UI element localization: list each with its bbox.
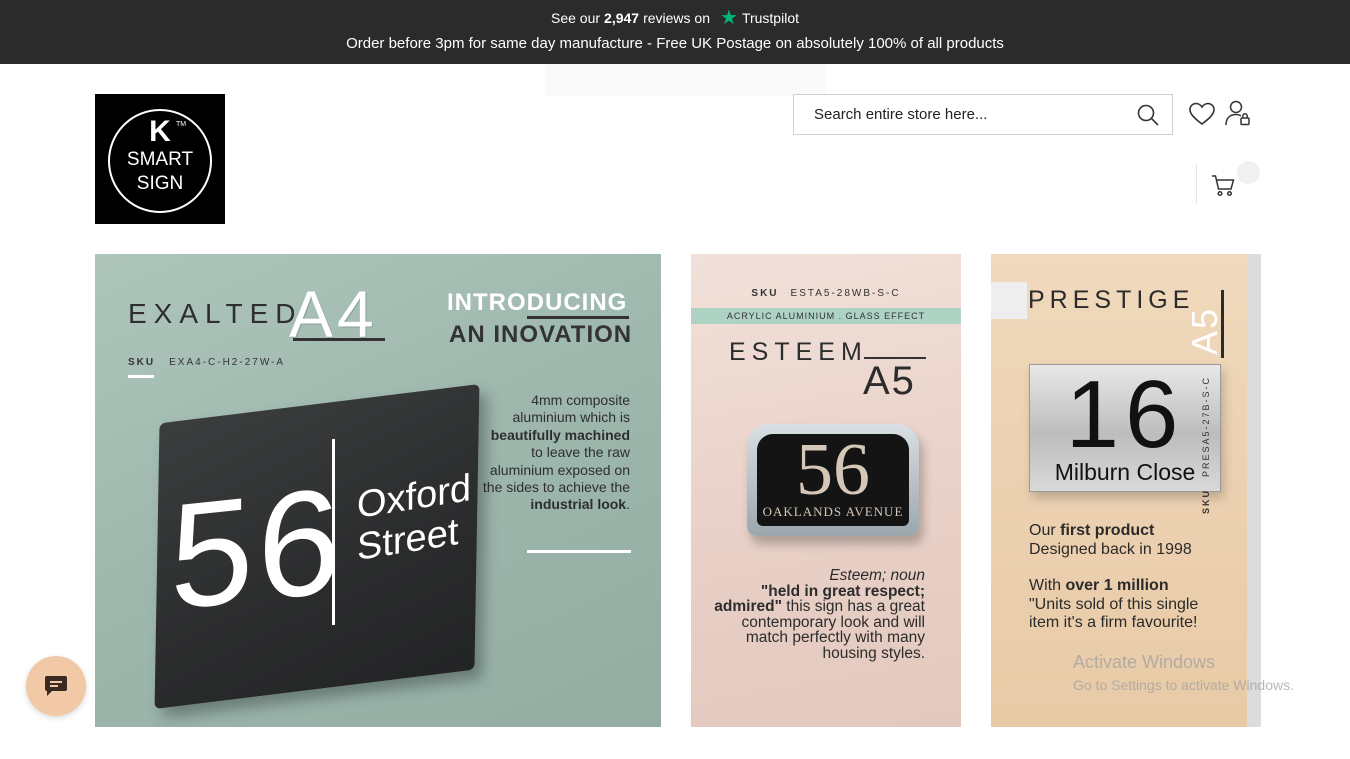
- logo-trademark: TM: [176, 121, 187, 128]
- prestige-first-product: Our first product Designed back in 1998: [1029, 522, 1192, 559]
- prestige-sku-value: PRESA5-27B-S-C: [1201, 375, 1211, 477]
- search-input[interactable]: [794, 95, 1124, 134]
- prestige-size-line: [1221, 290, 1224, 358]
- exalted-sign-divider: [332, 438, 335, 626]
- esteem-title: ESTEEM: [729, 338, 868, 366]
- activate-windows-subtitle: Go to Settings to activate Windows.: [1073, 677, 1294, 693]
- site-logo[interactable]: K TM SMART SIGN: [95, 94, 225, 224]
- search-icon[interactable]: [1136, 103, 1160, 127]
- prestige-text1-c: Designed back in 1998: [1029, 540, 1192, 558]
- banner-exalted-a4[interactable]: EXALTED A4 INTRODUCING AN INOVATION SKU E…: [95, 254, 661, 727]
- exalted-desc-5: .: [626, 496, 630, 513]
- prestige-corner-block: [991, 282, 1027, 319]
- account-icon[interactable]: [1224, 99, 1252, 127]
- esteem-material-strip: ACRYLIC ALUMINIUM . GLASS EFFECT: [691, 308, 961, 324]
- heart-icon[interactable]: [1188, 100, 1216, 128]
- exalted-desc-2: beautifully machined: [490, 426, 630, 443]
- prestige-edge-strip: [1247, 254, 1261, 727]
- banner-esteem-a5[interactable]: SKU ESTA5-28WB-S-C ACRYLIC ALUMINIUM . GL…: [691, 254, 961, 727]
- reviews-suffix: reviews on: [643, 10, 710, 26]
- exalted-desc-underline: [527, 550, 631, 553]
- trustpilot-label: Trustpilot: [741, 10, 799, 26]
- esteem-sign-number: 56: [796, 429, 870, 511]
- search-box: [793, 94, 1173, 135]
- prestige-sign-number: 16: [1065, 361, 1185, 468]
- exalted-desc-1: 4mm composite aluminium which is: [512, 392, 630, 426]
- esteem-sign-image: 56 OAKLANDS AVENUE: [747, 424, 919, 536]
- chat-button[interactable]: [26, 656, 86, 716]
- reviews-count: 2,947: [604, 10, 640, 26]
- trustpilot-star-icon: ★: [720, 7, 738, 29]
- introducing-underline: [527, 316, 629, 319]
- prestige-text2-b: over 1 million: [1065, 577, 1169, 594]
- innovation-heading: AN INOVATION: [449, 321, 633, 348]
- prestige-sku-label: SKU: [1201, 488, 1211, 514]
- exalted-sign-number: 56: [170, 454, 345, 642]
- exalted-desc-4: industrial look: [530, 496, 627, 513]
- esteem-sku-label: SKU: [751, 288, 779, 299]
- exalted-size-underline: [293, 338, 385, 341]
- reviews-prefix: See our: [550, 10, 601, 26]
- logo-word-sign: SIGN: [136, 173, 184, 194]
- exalted-sku: SKU EXA4-C-H2-27W-A: [128, 357, 285, 368]
- prestige-text2-c: "Units sold of this single item it's a f…: [1029, 595, 1199, 632]
- exalted-title: EXALTED: [128, 298, 303, 329]
- prestige-text1-a: Our: [1029, 522, 1056, 539]
- prestige-units-sold: With over 1 million "Units sold of this …: [1029, 577, 1209, 633]
- esteem-description: Esteem; noun "held in great respect; adm…: [711, 568, 925, 661]
- exalted-sku-label: SKU: [128, 357, 156, 368]
- logo-word-smart: SMART: [126, 149, 194, 170]
- trustpilot-reviews-link[interactable]: See our 2,947 reviews on ★ Trustpilot: [0, 7, 1350, 29]
- logo-circle: K TM SMART SIGN: [108, 109, 212, 213]
- prestige-sku: SKU PRESA5-27B-S-C: [1201, 374, 1211, 514]
- logo-letter: K: [149, 115, 171, 148]
- dropdown-shadow: [545, 64, 825, 96]
- esteem-sku: SKU ESTA5-28WB-S-C: [691, 288, 961, 299]
- esteem-desc-italic: Esteem; noun: [829, 567, 925, 584]
- esteem-sign-street: OAKLANDS AVENUE: [762, 504, 904, 519]
- exalted-sku-underline: [128, 375, 154, 378]
- esteem-sign-face: 56 OAKLANDS AVENUE: [757, 429, 909, 526]
- prestige-text1-b: first product: [1060, 522, 1155, 539]
- prestige-text2-a: With: [1029, 577, 1061, 594]
- prestige-title: PRESTIGE: [1028, 286, 1195, 314]
- cart-icon[interactable]: [1210, 172, 1236, 198]
- esteem-size: A5: [863, 359, 916, 403]
- chat-bubble-icon: [45, 676, 67, 696]
- exalted-desc-3: to leave the raw aluminium exposed on th…: [482, 444, 630, 496]
- cart-count-badge: [1237, 161, 1260, 184]
- prestige-size: A5: [1184, 306, 1226, 356]
- announcement-bar: See our 2,947 reviews on ★ Trustpilot Or…: [0, 0, 1350, 64]
- exalted-sku-value: EXA4-C-H2-27W-A: [169, 357, 286, 368]
- prestige-sign-image: 16 Milburn Close: [1029, 364, 1221, 492]
- activate-windows-title: Activate Windows: [1073, 652, 1216, 672]
- exalted-description: 4mm composite aluminium which is beautif…: [480, 392, 630, 514]
- shipping-message: Order before 3pm for same day manufactur…: [346, 35, 1004, 52]
- header-divider: [1196, 164, 1197, 204]
- prestige-sign-street: Milburn Close: [1054, 459, 1196, 485]
- esteem-sku-value: ESTA5-28WB-S-C: [790, 288, 901, 299]
- introducing-heading: INTRODUCING: [447, 289, 628, 316]
